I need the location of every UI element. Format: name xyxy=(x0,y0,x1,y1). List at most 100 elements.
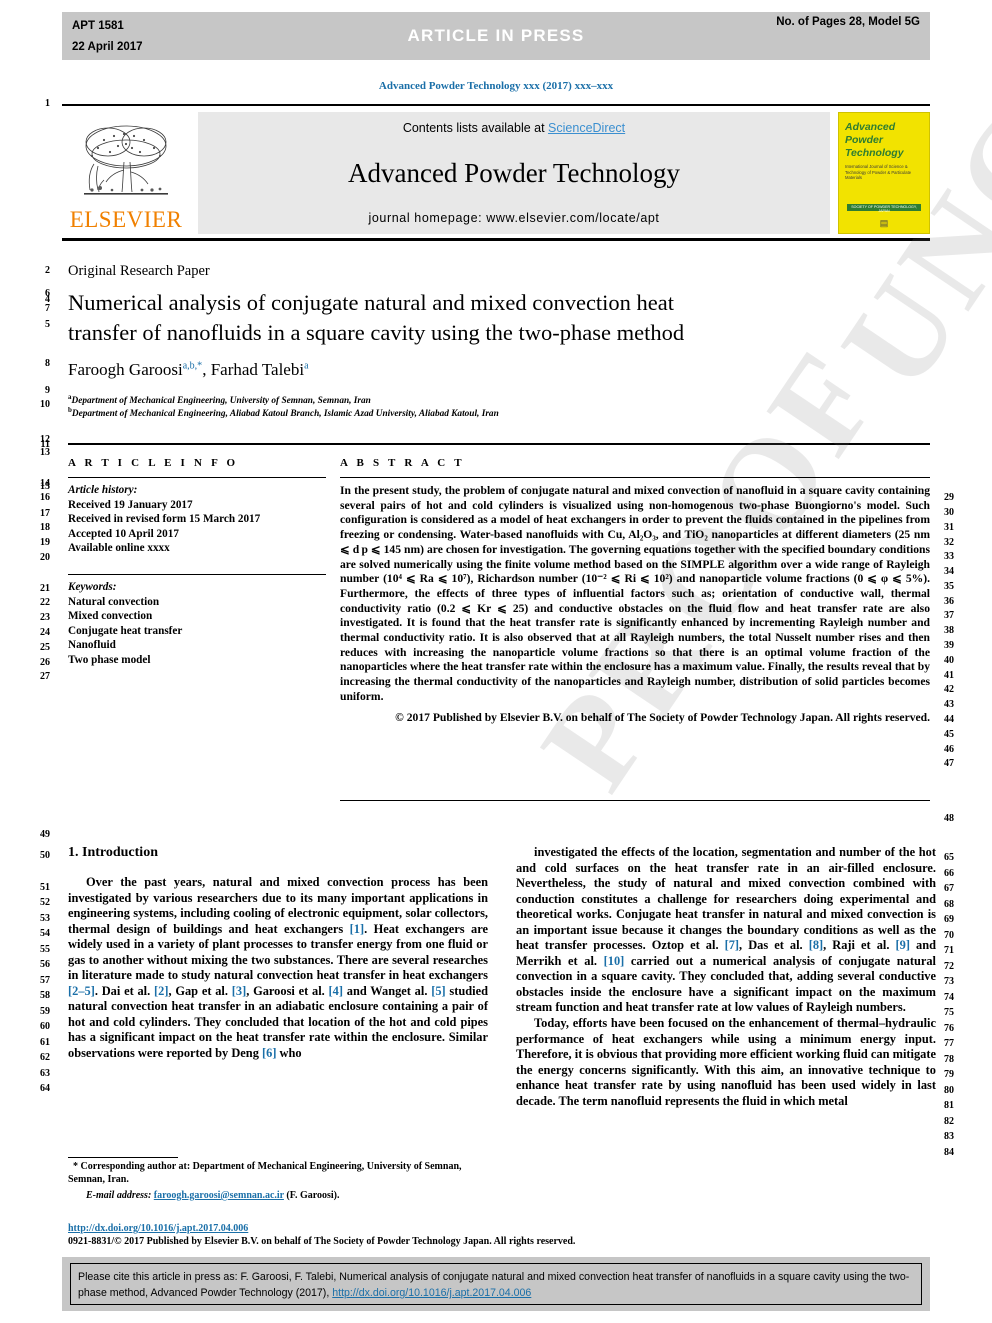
line-number-left: 24 xyxy=(40,627,50,638)
line-number-left: 64 xyxy=(40,1083,50,1094)
citation-ref[interactable]: [2–5] xyxy=(68,984,95,998)
sciencedirect-link[interactable]: ScienceDirect xyxy=(548,121,625,135)
author-email-link[interactable]: faroogh.garoosi@semnan.ac.ir xyxy=(154,1190,284,1201)
abstract-text: In the present study, the problem of con… xyxy=(340,484,930,703)
line-number-right: 46 xyxy=(944,744,954,755)
line-number-left: 50 xyxy=(40,850,50,861)
issn-copyright-line: 0921-8831/© 2017 Published by Elsevier B… xyxy=(68,1236,576,1248)
line-number-left: 10 xyxy=(40,399,50,410)
line-number-right: 34 xyxy=(944,566,954,577)
cite-this-article-box: Please cite this article in press as: F.… xyxy=(62,1257,930,1311)
line-number-left: 20 xyxy=(40,552,50,563)
journal-homepage-line[interactable]: journal homepage: www.elsevier.com/locat… xyxy=(368,211,659,225)
line-number-right: 77 xyxy=(944,1038,954,1049)
cite-this-article-text: Please cite this article in press as: F.… xyxy=(70,1263,922,1305)
author-list: Faroogh Garoosia,b,*, Farhad Talebia xyxy=(68,360,309,379)
author-1-affiliation-marker[interactable]: a,b,* xyxy=(183,360,202,371)
journal-title: Advanced Powder Technology xyxy=(347,157,681,188)
citation-ref[interactable]: [5] xyxy=(431,984,445,998)
line-number-right: 31 xyxy=(944,522,954,533)
article-info-column: A R T I C L E I N F O Article history: R… xyxy=(68,457,326,668)
line-number-right: 82 xyxy=(944,1116,954,1127)
article-doi-link[interactable]: http://dx.doi.org/10.1016/j.apt.2017.04.… xyxy=(68,1223,248,1234)
line-number-left: 49 xyxy=(40,829,50,840)
contents-prefix: Contents lists available at xyxy=(402,121,549,135)
author-name-1: Faroogh Garoosi xyxy=(68,360,183,379)
line-number-right: 75 xyxy=(944,1007,954,1018)
body-column-right: investigated the effects of the location… xyxy=(516,845,936,1109)
doi-block: http://dx.doi.org/10.1016/j.apt.2017.04.… xyxy=(68,1222,628,1249)
line-number-right: 72 xyxy=(944,961,954,972)
line-number-left: 52 xyxy=(40,897,50,908)
line-number-left: 18 xyxy=(40,522,50,533)
line-number-left: 8 xyxy=(45,358,50,369)
citation-ref[interactable]: [1] xyxy=(350,922,364,936)
corresponding-author-marker: * xyxy=(73,1161,78,1172)
cover-society-text: SOCIETY OF POWDER TECHNOLOGY, JAPAN xyxy=(851,204,917,213)
citation-ref[interactable]: [6] xyxy=(262,1046,276,1060)
line-number-right: 35 xyxy=(944,581,954,592)
line-number-left: 60 xyxy=(40,1021,50,1032)
line-number-right: 48 xyxy=(944,813,954,824)
pages-model-label: No. of Pages 28, Model 5G xyxy=(776,16,920,28)
line-number-right: 73 xyxy=(944,976,954,987)
article-info-rule-2 xyxy=(68,573,326,575)
line-number-left: 54 xyxy=(40,928,50,939)
line-number-left: 62 xyxy=(40,1052,50,1063)
line-number-left: 21 xyxy=(40,583,50,594)
keyword-item: Natural convection xyxy=(68,595,160,608)
citation-ref[interactable]: [2] xyxy=(154,984,168,998)
cover-title-line-3: Technology xyxy=(845,147,904,159)
citation-ref[interactable]: [8] xyxy=(809,938,823,952)
line-number-right: 70 xyxy=(944,930,954,941)
footnote-block: * Corresponding author at: Department of… xyxy=(68,1160,498,1202)
citation-ref[interactable]: [3] xyxy=(232,984,246,998)
cover-subtitle: International Journal of Science & Techn… xyxy=(845,164,912,181)
line-number-left: 5 xyxy=(45,319,50,330)
citation-ref[interactable]: [4] xyxy=(329,984,343,998)
line-number-right: 68 xyxy=(944,899,954,910)
line-number-right: 39 xyxy=(944,640,954,651)
line-number-left: 51 xyxy=(40,882,50,893)
citation-ref[interactable]: [9] xyxy=(896,938,910,952)
elsevier-wordmark: ELSEVIER xyxy=(69,207,183,232)
journal-masthead: ELSEVIER Contents lists available at Sci… xyxy=(62,104,930,241)
title-line-2: transfer of nanofluids in a square cavit… xyxy=(68,320,685,345)
corresponding-author-text: Corresponding author at: Department of M… xyxy=(68,1161,462,1186)
article-info-rule-1 xyxy=(68,477,326,478)
line-number-right: 65 xyxy=(944,852,954,863)
elsevier-logo: ELSEVIER xyxy=(62,112,190,234)
line-number-right: 29 xyxy=(944,492,954,503)
line-number-left: 56 xyxy=(40,959,50,970)
cover-imprint-logo: ▤ xyxy=(879,218,889,228)
line-number-right: 42 xyxy=(944,684,954,695)
citation-ref[interactable]: [10] xyxy=(604,954,625,968)
cite-doi-link[interactable]: http://dx.doi.org/10.1016/j.apt.2017.04.… xyxy=(332,1287,531,1299)
article-history-block: Article history: Received 19 January 201… xyxy=(68,483,326,556)
paper-type-label: Original Research Paper xyxy=(68,263,210,279)
cover-title-line-1: Advanced xyxy=(845,121,896,133)
body-column-left: 1. Introduction Over the past years, nat… xyxy=(68,845,488,1062)
line-number-right: 74 xyxy=(944,992,954,1003)
article-info-heading: A R T I C L E I N F O xyxy=(68,457,239,469)
citation-ref[interactable]: [7] xyxy=(725,938,739,952)
article-history-item: Accepted 10 April 2017 xyxy=(68,527,179,540)
section-heading-introduction: 1. Introduction xyxy=(68,845,158,860)
email-label: E-mail address: xyxy=(86,1189,152,1201)
intro-paragraph-right-2: Today, efforts have been focused on the … xyxy=(516,1016,936,1108)
line-number-left: 23 xyxy=(40,612,50,623)
line-number-left: 57 xyxy=(40,975,50,986)
line-number-right: 33 xyxy=(944,551,954,562)
abstract-column: A B S T R A C T In the present study, th… xyxy=(340,457,930,725)
line-number-left: 25 xyxy=(40,642,50,653)
line-number-right: 84 xyxy=(944,1147,954,1158)
abstract-block-bottom-rule xyxy=(340,800,930,801)
author-2-affiliation-marker[interactable]: a xyxy=(304,360,308,371)
contents-list-line: Contents lists available at ScienceDirec… xyxy=(403,121,625,135)
line-number-right: 32 xyxy=(944,537,954,548)
line-number-right: 47 xyxy=(944,758,954,769)
line-number-left: 22 xyxy=(40,597,50,608)
line-number-left: 61 xyxy=(40,1037,50,1048)
keyword-item: Conjugate heat transfer xyxy=(68,624,183,637)
footnote-rule xyxy=(68,1157,178,1158)
